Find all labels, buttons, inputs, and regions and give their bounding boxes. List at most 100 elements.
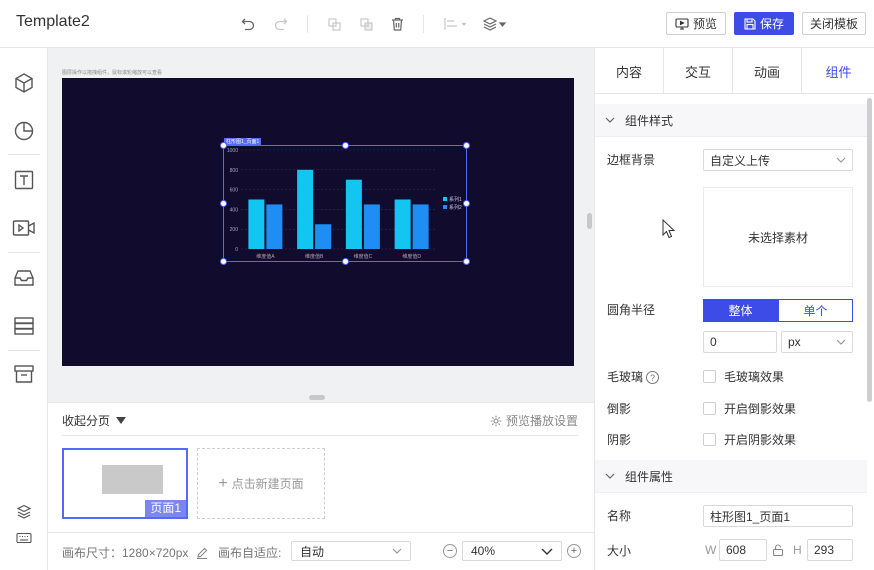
panel-scrollbar[interactable] xyxy=(867,98,872,402)
copy-icon[interactable] xyxy=(324,14,344,34)
radius-unit-select[interactable]: px xyxy=(781,331,853,353)
panel-tabs: 内容 交互 动画 组件 xyxy=(595,48,874,94)
redo-icon[interactable] xyxy=(271,14,291,34)
canvas-area[interactable]: 图层操作以拖拽组件，鼠标滚轮缩放可以查看 柱形图1_页面1 0 200 400 600… xyxy=(48,48,594,402)
tab-component[interactable]: 组件 xyxy=(802,48,874,94)
monitor-icon xyxy=(675,17,689,30)
tab-interaction[interactable]: 交互 xyxy=(664,48,733,94)
pie-chart-icon[interactable] xyxy=(12,119,36,143)
vertical-scrollbar[interactable] xyxy=(587,213,592,229)
resize-handle[interactable] xyxy=(463,200,470,207)
tab-animation[interactable]: 动画 xyxy=(733,48,802,94)
reflection-label: 倒影 xyxy=(607,402,632,416)
resize-handle[interactable] xyxy=(463,258,470,265)
radius-single-button[interactable]: 单个 xyxy=(778,299,853,322)
width-input[interactable]: 608 xyxy=(719,539,767,561)
close-template-button[interactable]: 关闭模板 xyxy=(802,12,866,35)
glass-checkbox[interactable] xyxy=(703,370,716,383)
shadow-checkbox[interactable] xyxy=(703,433,716,446)
text-icon[interactable] xyxy=(12,168,36,192)
new-page-button[interactable]: + 点击新建页面 xyxy=(197,448,325,519)
resize-handle[interactable] xyxy=(342,258,349,265)
bar xyxy=(297,169,314,249)
width-letter: W xyxy=(705,543,717,557)
inbox-icon[interactable] xyxy=(12,266,36,290)
glass-checkbox-row[interactable]: 毛玻璃效果 xyxy=(703,368,784,385)
paste-icon[interactable] xyxy=(356,14,376,34)
layers-icon[interactable] xyxy=(482,14,508,34)
legend-label: 系列1 xyxy=(449,196,462,203)
template-title[interactable]: Template2 xyxy=(16,13,90,31)
mouse-cursor-icon xyxy=(662,219,676,239)
bar-chart-component[interactable]: 柱形图1_页面1 0 200 400 600 800 1000 维度值A 维度值B 维度值C 维度… xyxy=(220,138,470,265)
undo-icon[interactable] xyxy=(238,14,258,34)
props-section-header[interactable]: 组件属性 xyxy=(595,460,867,493)
upload-placeholder: 未选择素材 xyxy=(747,230,808,245)
resize-handle[interactable] xyxy=(220,200,227,207)
resize-handle[interactable] xyxy=(342,142,349,149)
border-bg-select[interactable]: 自定义上传 xyxy=(703,149,853,171)
list-icon[interactable] xyxy=(12,314,36,338)
canvas-size[interactable]: 画布尺寸：1280×720px xyxy=(62,544,208,561)
resize-handle[interactable] xyxy=(220,258,227,265)
height-input[interactable]: 293 xyxy=(807,539,853,561)
canvas-stage[interactable]: 柱形图1_页面1 0 200 400 600 800 1000 维度值A 维度值B 维度值C 维度… xyxy=(62,78,574,366)
zoom-select[interactable]: 40% xyxy=(462,541,562,561)
help-icon[interactable]: ? xyxy=(646,371,660,385)
bar xyxy=(248,199,265,249)
archive-icon[interactable] xyxy=(12,362,36,386)
radius-value-input[interactable]: 0 xyxy=(703,331,777,353)
radius-label: 圆角半径 xyxy=(607,303,656,317)
new-page-label: 点击新建页面 xyxy=(231,477,304,491)
x-tick-label: 维度值D xyxy=(402,253,421,260)
lock-ratio-icon[interactable] xyxy=(772,544,784,556)
y-tick-label: 1000 xyxy=(227,148,238,154)
properties-panel: 内容 交互 动画 组件 组件样式 边框背景 自定义上传 未选择素材 圆角半径 整… xyxy=(594,48,874,570)
divider xyxy=(62,435,578,436)
sidebar-divider xyxy=(8,252,40,253)
zoom-out-button[interactable]: − xyxy=(443,544,457,558)
adapt-select[interactable]: 自动 xyxy=(291,541,411,561)
layers-icon[interactable] xyxy=(12,500,36,524)
save-button[interactable]: 保存 xyxy=(734,12,794,35)
thumbnail-preview xyxy=(102,465,163,494)
y-tick-label: 200 xyxy=(230,227,239,233)
material-upload-area[interactable]: 未选择素材 xyxy=(703,187,853,287)
delete-icon[interactable] xyxy=(387,14,407,34)
shadow-checkbox-row[interactable]: 开启阴影效果 xyxy=(703,431,796,448)
radius-whole-button[interactable]: 整体 xyxy=(703,299,778,322)
shadow-option: 开启阴影效果 xyxy=(724,433,797,447)
bar-chart-svg: 0 200 400 600 800 1000 维度值A 维度值B 维度值C 维度值D 系列1系列2 xyxy=(227,148,462,260)
panel-resize-grip[interactable] xyxy=(309,395,325,400)
align-icon[interactable] xyxy=(443,14,469,34)
resize-handle[interactable] xyxy=(463,142,470,149)
reflection-checkbox-row[interactable]: 开启倒影效果 xyxy=(703,400,796,417)
style-section-header[interactable]: 组件样式 xyxy=(595,104,867,137)
canvas-hint: 图层操作以拖拽组件，鼠标滚轮缩放可以查看 xyxy=(62,70,163,76)
chevron-down-icon xyxy=(836,157,846,163)
page-label: 页面1 xyxy=(145,500,186,517)
tab-content[interactable]: 内容 xyxy=(595,48,664,94)
preview-button[interactable]: 预览 xyxy=(666,12,726,35)
component-name-input[interactable]: 柱形图1_页面1 xyxy=(703,505,853,527)
preview-settings-button[interactable]: 预览播放设置 xyxy=(490,412,578,429)
collapse-pages-toggle[interactable]: 收起分页 xyxy=(62,412,127,429)
cube-icon[interactable] xyxy=(12,71,36,95)
glass-label: 毛玻璃 xyxy=(607,370,644,384)
legend-label: 系列2 xyxy=(449,204,462,211)
page-thumbnail[interactable]: 页面1 xyxy=(62,448,188,519)
component-name-tag: 柱形图1_页面1 xyxy=(224,138,262,146)
zoom-in-button[interactable]: + xyxy=(567,544,581,558)
video-icon[interactable] xyxy=(12,216,36,240)
style-section-title: 组件样式 xyxy=(625,113,674,128)
height-letter: H xyxy=(793,543,802,557)
props-section-title: 组件属性 xyxy=(625,469,674,484)
resize-handle[interactable] xyxy=(220,142,227,149)
chevron-down-icon xyxy=(541,548,553,555)
collapse-pages-label: 收起分页 xyxy=(62,414,111,428)
keyboard-icon[interactable] xyxy=(12,526,36,550)
edit-icon[interactable] xyxy=(196,547,208,560)
toolbar-divider xyxy=(423,15,424,33)
reflection-checkbox[interactable] xyxy=(703,402,716,415)
canvas-size-text: 画布尺寸：1280×720px xyxy=(62,546,189,560)
